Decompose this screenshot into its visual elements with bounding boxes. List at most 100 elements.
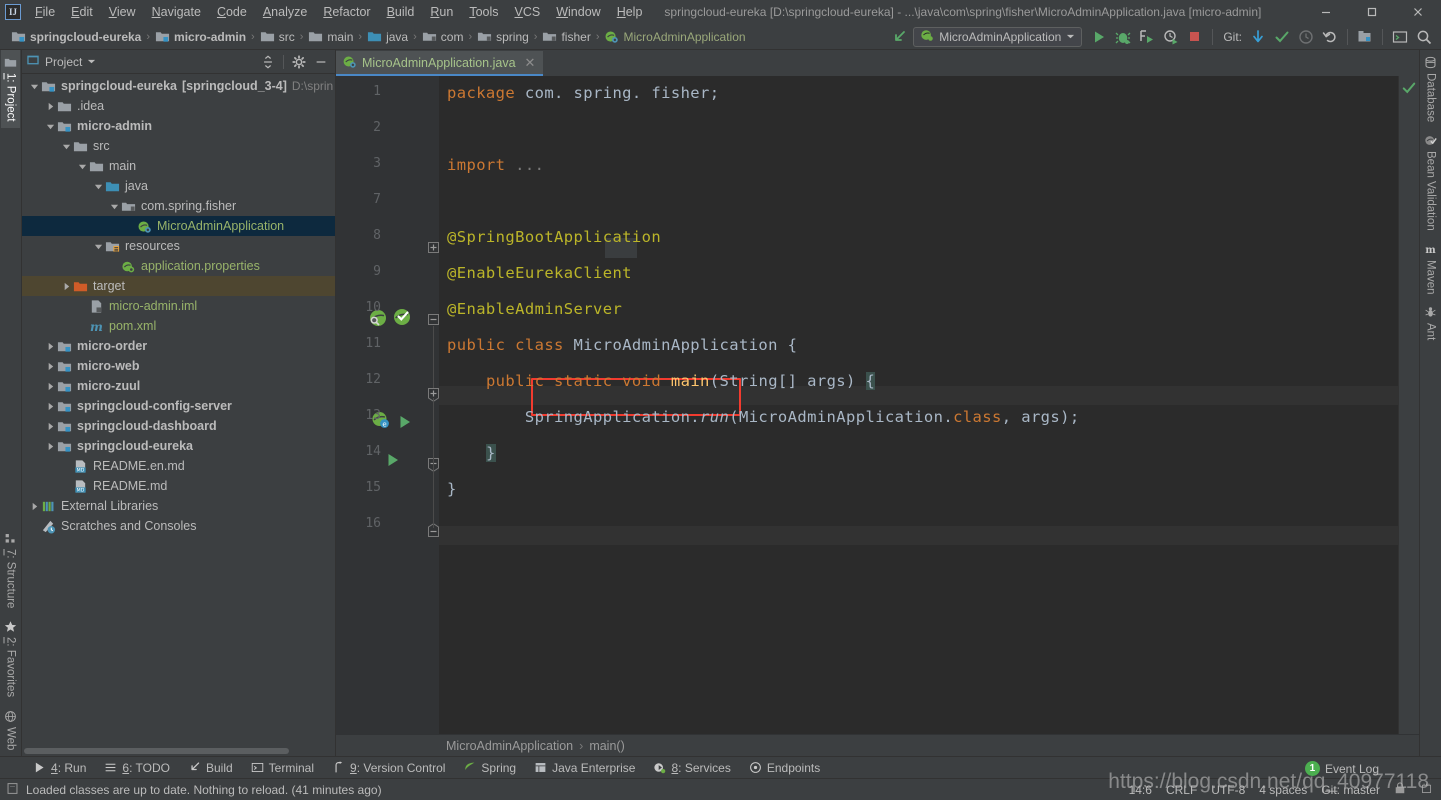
chevron-down-icon[interactable] xyxy=(76,156,89,176)
line-separator[interactable]: CRLF xyxy=(1166,783,1197,797)
hide-icon[interactable] xyxy=(311,52,331,72)
scrollbar-thumb[interactable] xyxy=(24,748,289,754)
breadcrumb-item-micro-admin[interactable]: micro-admin xyxy=(152,28,249,45)
tree-node-micro-zuul[interactable]: micro-zuul xyxy=(22,376,335,396)
menu-item-navigate[interactable]: Navigate xyxy=(144,2,209,22)
breadcrumb-item-src[interactable]: src xyxy=(257,28,298,45)
project-view-selector[interactable]: Project xyxy=(26,53,96,70)
editor-breadcrumb-item[interactable]: MicroAdminApplication xyxy=(446,739,573,753)
tool-stripe-database[interactable]: Database xyxy=(1421,50,1440,128)
tree-node-springcloud-eureka[interactable]: springcloud-eureka xyxy=(22,436,335,456)
inspection-marker-bar[interactable] xyxy=(1398,76,1419,734)
bottom-tool-4-run[interactable]: 4: Run xyxy=(24,759,95,777)
tree-node-springcloud-eureka[interactable]: springcloud-eureka [springcloud_3-4] D:\sp… xyxy=(22,76,335,96)
tool-stripe-maven[interactable]: m Maven xyxy=(1421,237,1440,301)
tree-node-external-libraries[interactable]: External Libraries xyxy=(22,496,335,516)
tool-stripe-web[interactable]: Web xyxy=(1,704,20,756)
editor-tab-microadminapplication[interactable]: MicroAdminApplication.java ✕ xyxy=(336,51,544,76)
run-button[interactable] xyxy=(1088,26,1110,48)
tree-node-micro-web[interactable]: micro-web xyxy=(22,356,335,376)
tool-stripe-2-favorites[interactable]: 2: Favorites xyxy=(1,614,20,703)
code-line[interactable]: public static void main(String[] args) { xyxy=(447,372,876,390)
breadcrumb-item-microadminapplication[interactable]: MicroAdminApplication xyxy=(601,28,748,45)
bottom-tool-8-services[interactable]: 8: Services xyxy=(644,759,739,777)
chevron-down-icon[interactable] xyxy=(60,136,73,156)
tree-node-pom-xml[interactable]: m pom.xml xyxy=(22,316,335,336)
tree-node-scratches-and-consoles[interactable]: Scratches and Consoles xyxy=(22,516,335,536)
bottom-tool-java-enterprise[interactable]: Java Enterprise xyxy=(525,759,644,777)
chevron-right-icon[interactable] xyxy=(44,376,57,396)
chevron-down-icon[interactable] xyxy=(1066,30,1075,44)
chevron-down-icon[interactable] xyxy=(44,116,57,136)
tree-node-micro-admin-iml[interactable]: micro-admin.iml xyxy=(22,296,335,316)
chevron-down-icon[interactable] xyxy=(28,76,41,96)
stop-button[interactable] xyxy=(1184,26,1206,48)
bottom-tool-terminal[interactable]: Terminal xyxy=(242,759,323,777)
tree-node-src[interactable]: src xyxy=(22,136,335,156)
gear-icon[interactable] xyxy=(289,52,309,72)
breadcrumb-item-springcloud-eureka[interactable]: springcloud-eureka xyxy=(8,28,144,45)
tree-node-main[interactable]: main xyxy=(22,156,335,176)
breadcrumb-item-com[interactable]: com xyxy=(419,28,467,45)
chevron-down-icon[interactable] xyxy=(108,196,121,216)
fold-expand-import-icon[interactable] xyxy=(428,242,439,256)
event-log-indicator[interactable]: 1 Event Log xyxy=(1304,761,1379,776)
file-encoding[interactable]: UTF-8 xyxy=(1211,783,1245,797)
menu-item-vcs[interactable]: VCS xyxy=(507,2,549,22)
tool-stripe-7-structure[interactable]: 7: Structure xyxy=(1,526,20,614)
menu-item-file[interactable]: File xyxy=(27,2,63,22)
project-horizontal-scrollbar[interactable] xyxy=(22,746,335,756)
debug-button[interactable] xyxy=(1112,26,1134,48)
bottom-tool-build[interactable]: Build xyxy=(179,759,242,777)
menu-item-help[interactable]: Help xyxy=(609,2,651,22)
code-line[interactable]: @EnableAdminServer xyxy=(447,300,622,318)
code-line[interactable]: } xyxy=(447,480,457,498)
chevron-right-icon[interactable] xyxy=(44,396,57,416)
chevron-down-icon[interactable] xyxy=(87,55,96,69)
run-with-coverage-button[interactable] xyxy=(1136,26,1158,48)
tool-stripe-ant[interactable]: Ant xyxy=(1421,300,1440,346)
navigate-back-icon[interactable] xyxy=(889,26,911,48)
tree-node-resources[interactable]: resources xyxy=(22,236,335,256)
update-project-icon[interactable] xyxy=(1247,26,1269,48)
git-branch[interactable]: Git: master xyxy=(1321,783,1380,797)
tree-node-java[interactable]: java xyxy=(22,176,335,196)
bottom-tool-9-version-control[interactable]: 9: Version Control xyxy=(323,759,454,777)
code-line[interactable]: SpringApplication.run(MicroAdminApplicat… xyxy=(447,408,1080,426)
editor-gutter[interactable]: e 1 2 3 7 8 9 10 11 12 13 14 15 16 xyxy=(336,76,439,734)
tree-node-microadminapplication[interactable]: MicroAdminApplication xyxy=(22,216,335,236)
tree-node-com-spring-fisher[interactable]: com.spring.fisher xyxy=(22,196,335,216)
project-structure-icon[interactable] xyxy=(1354,26,1376,48)
code-line[interactable]: import ... xyxy=(447,156,544,174)
tree-node-micro-order[interactable]: micro-order xyxy=(22,336,335,356)
code-line[interactable]: @EnableEurekaClient xyxy=(447,264,632,282)
commit-icon[interactable] xyxy=(1271,26,1293,48)
code-line[interactable]: public class MicroAdminApplication { xyxy=(447,336,797,354)
tool-stripe-1-project[interactable]: 1: Project xyxy=(1,50,20,128)
editor-breadcrumb-item[interactable]: main() xyxy=(589,739,624,753)
caret-position[interactable]: 14:6 xyxy=(1129,783,1152,797)
tree-node-target[interactable]: target xyxy=(22,276,335,296)
indent-setting[interactable]: 4 spaces xyxy=(1259,783,1307,797)
chevron-right-icon[interactable] xyxy=(44,336,57,356)
collapse-all-icon[interactable] xyxy=(258,52,278,72)
run-gutter-icon[interactable] xyxy=(397,414,413,433)
menu-item-code[interactable]: Code xyxy=(209,2,255,22)
tree-node-springcloud-dashboard[interactable]: springcloud-dashboard xyxy=(22,416,335,436)
code-line[interactable]: @SpringBootApplication xyxy=(447,228,661,246)
spring-config-check-icon[interactable] xyxy=(392,307,412,330)
menu-item-run[interactable]: Run xyxy=(422,2,461,22)
lock-icon[interactable] xyxy=(1394,781,1406,798)
project-tree[interactable]: springcloud-eureka [springcloud_3-4] D:\sp… xyxy=(22,74,335,746)
run-gutter-icon-main[interactable] xyxy=(385,452,401,471)
tree-node-application-properties[interactable]: application.properties xyxy=(22,256,335,276)
bottom-tool-spring[interactable]: Spring xyxy=(454,759,525,777)
memory-icon[interactable] xyxy=(1420,782,1433,798)
tree-node-readme-en-md[interactable]: MD README.en.md xyxy=(22,456,335,476)
tree-node-readme-md[interactable]: MD README.md xyxy=(22,476,335,496)
chevron-right-icon[interactable] xyxy=(44,96,57,116)
menu-item-refactor[interactable]: Refactor xyxy=(315,2,378,22)
tree-node-springcloud-config-server[interactable]: springcloud-config-server xyxy=(22,396,335,416)
menu-item-tools[interactable]: Tools xyxy=(461,2,506,22)
menu-item-view[interactable]: View xyxy=(101,2,144,22)
